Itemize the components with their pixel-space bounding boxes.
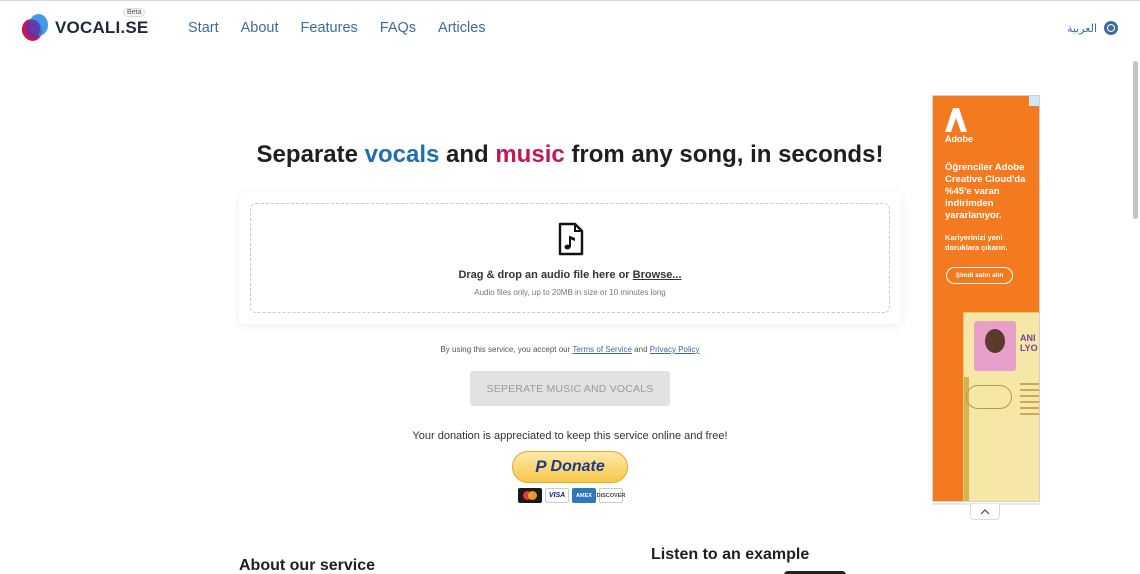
- upload-card: Drag & drop an audio file here or Browse…: [239, 192, 901, 324]
- ad-mock-name: ANI LYO: [1020, 333, 1038, 353]
- logo-text: VOCALI.SE: [55, 18, 149, 37]
- nav-faqs[interactable]: FAQs: [380, 20, 416, 36]
- donate-label: Donate: [550, 458, 605, 475]
- paypal-donate-button[interactable]: P Donate: [512, 451, 628, 483]
- advertisement[interactable]: Adobe Öğrenciler Adobe Creative Cloud'da…: [932, 95, 1040, 502]
- payment-cards: VISA AMEX DISCOVER: [518, 488, 625, 503]
- dropzone-title: Drag & drop an audio file here or Browse…: [251, 269, 889, 281]
- headline-music: music: [495, 141, 565, 168]
- privacy-policy-link[interactable]: Privacy Policy: [650, 345, 700, 354]
- adobe-logo-icon: [945, 108, 967, 132]
- paypal-icon: P: [535, 457, 547, 476]
- ad-brand: Adobe: [945, 134, 973, 144]
- nav-features[interactable]: Features: [301, 20, 358, 36]
- mastercard-icon: [518, 488, 542, 503]
- logo[interactable]: VOCALI.SE Beta: [18, 8, 149, 44]
- amex-icon: AMEX: [572, 488, 596, 503]
- ad-photo: [974, 321, 1016, 371]
- dropzone-title-text: Drag & drop an audio file here or: [458, 269, 633, 281]
- logo-mark-icon: [18, 14, 48, 44]
- ad-headline: Öğrenciler Adobe Creative Cloud'da %45'e…: [945, 162, 1026, 221]
- ad-document-mockup: ANI LYO: [963, 312, 1039, 501]
- headline-pre: Separate: [256, 141, 365, 168]
- language-switcher[interactable]: العربية: [1067, 21, 1118, 35]
- discover-icon: DISCOVER: [597, 488, 625, 503]
- browse-link[interactable]: Browse...: [633, 269, 682, 281]
- visa-icon: VISA: [545, 488, 569, 503]
- separate-button[interactable]: SEPERATE MUSIC AND VOCALS: [470, 371, 670, 406]
- nav-articles[interactable]: Articles: [438, 20, 486, 36]
- music-file-icon: [558, 222, 584, 256]
- main-nav: Start About Features FAQs Articles: [188, 20, 486, 36]
- nav-about[interactable]: About: [241, 20, 279, 36]
- beta-badge: Beta: [123, 8, 146, 17]
- nav-start[interactable]: Start: [188, 20, 219, 36]
- terms-pre: By using this service, you accept our: [440, 345, 573, 354]
- listen-heading: Listen to an example: [651, 546, 810, 563]
- ad-collapse-toggle[interactable]: [970, 504, 1000, 520]
- page-scrollbar[interactable]: [1133, 61, 1138, 219]
- terms-of-service-link[interactable]: Terms of Service: [572, 345, 632, 354]
- page: VOCALI.SE Beta Start About Features FAQs…: [0, 0, 1140, 574]
- language-label: العربية: [1066, 22, 1097, 35]
- headline-post: from any song, in seconds!: [564, 141, 884, 168]
- chevron-up-icon: [980, 508, 990, 514]
- globe-icon: [1104, 21, 1118, 35]
- ad-subline: Kariyerinizi yeni doruklara çıkarın.: [945, 233, 1008, 252]
- terms-mid: and: [631, 345, 650, 354]
- adchoices-icon[interactable]: [1029, 96, 1039, 106]
- headline-vocals: vocals: [364, 141, 440, 168]
- ad-cta-button[interactable]: Şimdi satın alın: [946, 267, 1013, 284]
- about-heading: About our service: [239, 557, 376, 574]
- file-dropzone[interactable]: Drag & drop an audio file here or Browse…: [250, 203, 890, 313]
- headline-mid: and: [439, 141, 496, 168]
- dropzone-subtitle: Audio files only, up to 20MB in size or …: [474, 288, 666, 297]
